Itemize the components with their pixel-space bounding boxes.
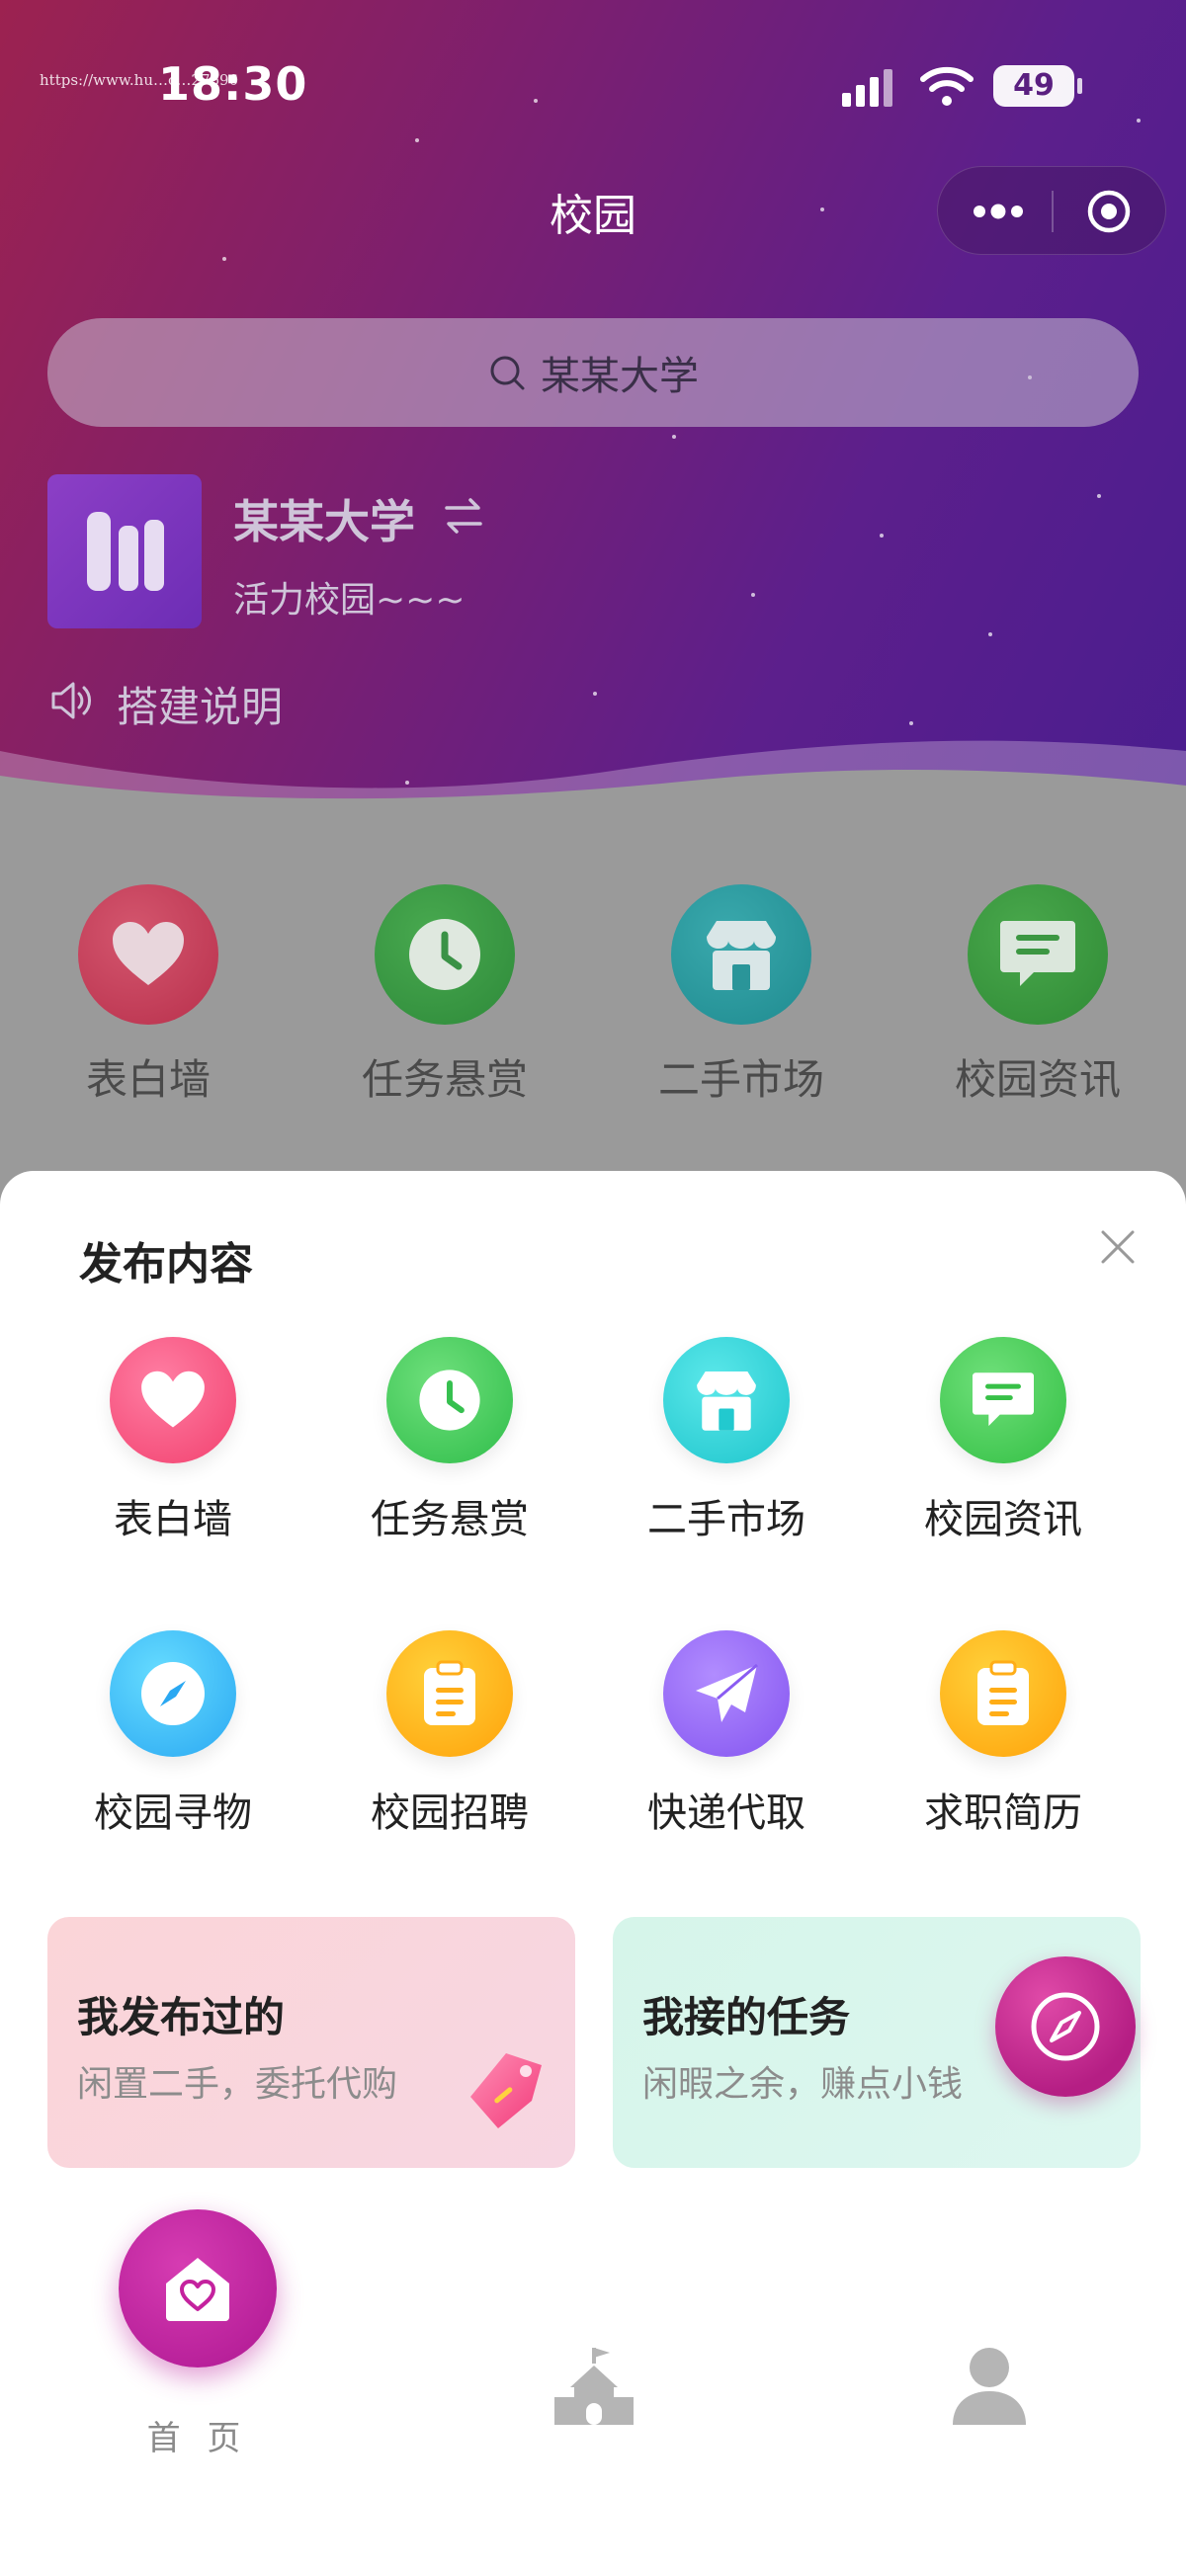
home-heart-icon bbox=[166, 2258, 229, 2321]
capsule-divider bbox=[1052, 191, 1054, 232]
publish-recruitment[interactable]: 校园招聘 bbox=[321, 1630, 578, 1838]
profile-icon[interactable] bbox=[945, 2342, 1034, 2431]
battery-level: 49 bbox=[1013, 68, 1055, 103]
clipboard-icon bbox=[386, 1630, 513, 1757]
search-input[interactable]: 某某大学 bbox=[47, 318, 1139, 427]
announcement-link[interactable]: 搭建说明 bbox=[117, 674, 283, 734]
tab-home-label: 首 页 bbox=[146, 2419, 249, 2458]
category-row: 表白墙 任务悬赏 二手市场 校园资讯 bbox=[0, 884, 1186, 1141]
heart-icon bbox=[110, 1337, 236, 1463]
category-label: 校园资讯 bbox=[954, 1055, 1121, 1104]
school-name[interactable]: 某某大学 bbox=[233, 486, 415, 551]
status-bar: https://www.hu…c…27690 18:30 49 bbox=[0, 0, 1186, 158]
publish-resume[interactable]: 求职简历 bbox=[875, 1630, 1132, 1838]
publish-label: 求职简历 bbox=[924, 1790, 1082, 1836]
school-slogan: 活力校园~~~ bbox=[233, 580, 466, 621]
status-time: 18:30 bbox=[158, 57, 308, 111]
card-subtitle: 闲暇之余，赚点小钱 bbox=[642, 2064, 964, 2105]
wifi-icon bbox=[920, 66, 974, 106]
close-target-icon[interactable] bbox=[1076, 187, 1142, 236]
signal-icon bbox=[842, 69, 892, 107]
publish-second-hand[interactable]: 二手市场 bbox=[598, 1337, 855, 1544]
clipboard-icon bbox=[940, 1630, 1066, 1757]
card-title: 我发布过的 bbox=[77, 1993, 286, 2041]
publish-express-pickup[interactable]: 快递代取 bbox=[598, 1630, 855, 1838]
battery-indicator: 49 bbox=[993, 65, 1082, 107]
publish-label: 任务悬赏 bbox=[371, 1497, 529, 1542]
category-label: 二手市场 bbox=[657, 1055, 824, 1104]
price-tag-icon bbox=[470, 2053, 542, 2128]
publish-label: 表白墙 bbox=[114, 1497, 232, 1542]
message-icon bbox=[940, 1337, 1066, 1463]
category-task-reward[interactable]: 任务悬赏 bbox=[336, 884, 553, 1107]
floating-compass-button[interactable] bbox=[995, 1956, 1136, 2097]
close-icon[interactable] bbox=[1097, 1226, 1139, 1268]
category-label: 任务悬赏 bbox=[361, 1055, 528, 1104]
sheet-title: 发布内容 bbox=[79, 1239, 253, 1289]
publish-task-reward[interactable]: 任务悬赏 bbox=[321, 1337, 578, 1544]
message-icon bbox=[968, 884, 1108, 1025]
shop-icon bbox=[671, 884, 811, 1025]
clock-icon bbox=[375, 884, 515, 1025]
publish-label: 校园招聘 bbox=[371, 1790, 529, 1836]
my-posts-card[interactable]: 我发布过的 闲置二手，委托代购 bbox=[47, 1917, 575, 2168]
card-subtitle: 闲置二手，委托代购 bbox=[77, 2064, 398, 2105]
hero-wave bbox=[0, 740, 1186, 810]
shop-icon bbox=[663, 1337, 790, 1463]
switch-icon[interactable] bbox=[443, 494, 484, 538]
paper-plane-icon bbox=[663, 1630, 790, 1757]
school-logo bbox=[47, 474, 202, 628]
publish-campus-news[interactable]: 校园资讯 bbox=[875, 1337, 1132, 1544]
publish-label: 校园资讯 bbox=[924, 1497, 1082, 1542]
more-icon[interactable] bbox=[966, 187, 1031, 236]
card-title: 我接的任务 bbox=[642, 1993, 851, 2041]
search-placeholder: 某某大学 bbox=[541, 354, 699, 399]
category-campus-news[interactable]: 校园资讯 bbox=[929, 884, 1146, 1107]
category-label: 表白墙 bbox=[85, 1055, 211, 1104]
speaker-icon bbox=[51, 682, 91, 719]
compass-icon bbox=[1031, 1992, 1100, 2061]
tab-home[interactable] bbox=[119, 2209, 277, 2368]
category-second-hand[interactable]: 二手市场 bbox=[633, 884, 850, 1107]
clock-icon bbox=[386, 1337, 513, 1463]
publish-label: 校园寻物 bbox=[94, 1790, 252, 1836]
compass-icon bbox=[110, 1630, 236, 1757]
campus-building-icon[interactable] bbox=[549, 2342, 637, 2431]
publish-confession-wall[interactable]: 表白墙 bbox=[44, 1337, 301, 1544]
search-icon bbox=[490, 356, 525, 390]
publish-label: 二手市场 bbox=[647, 1497, 805, 1542]
publish-label: 快递代取 bbox=[647, 1790, 805, 1836]
mini-program-capsule bbox=[937, 166, 1166, 255]
publish-lost-found[interactable]: 校园寻物 bbox=[44, 1630, 301, 1838]
heart-icon bbox=[78, 884, 218, 1025]
category-confession-wall[interactable]: 表白墙 bbox=[40, 884, 257, 1107]
